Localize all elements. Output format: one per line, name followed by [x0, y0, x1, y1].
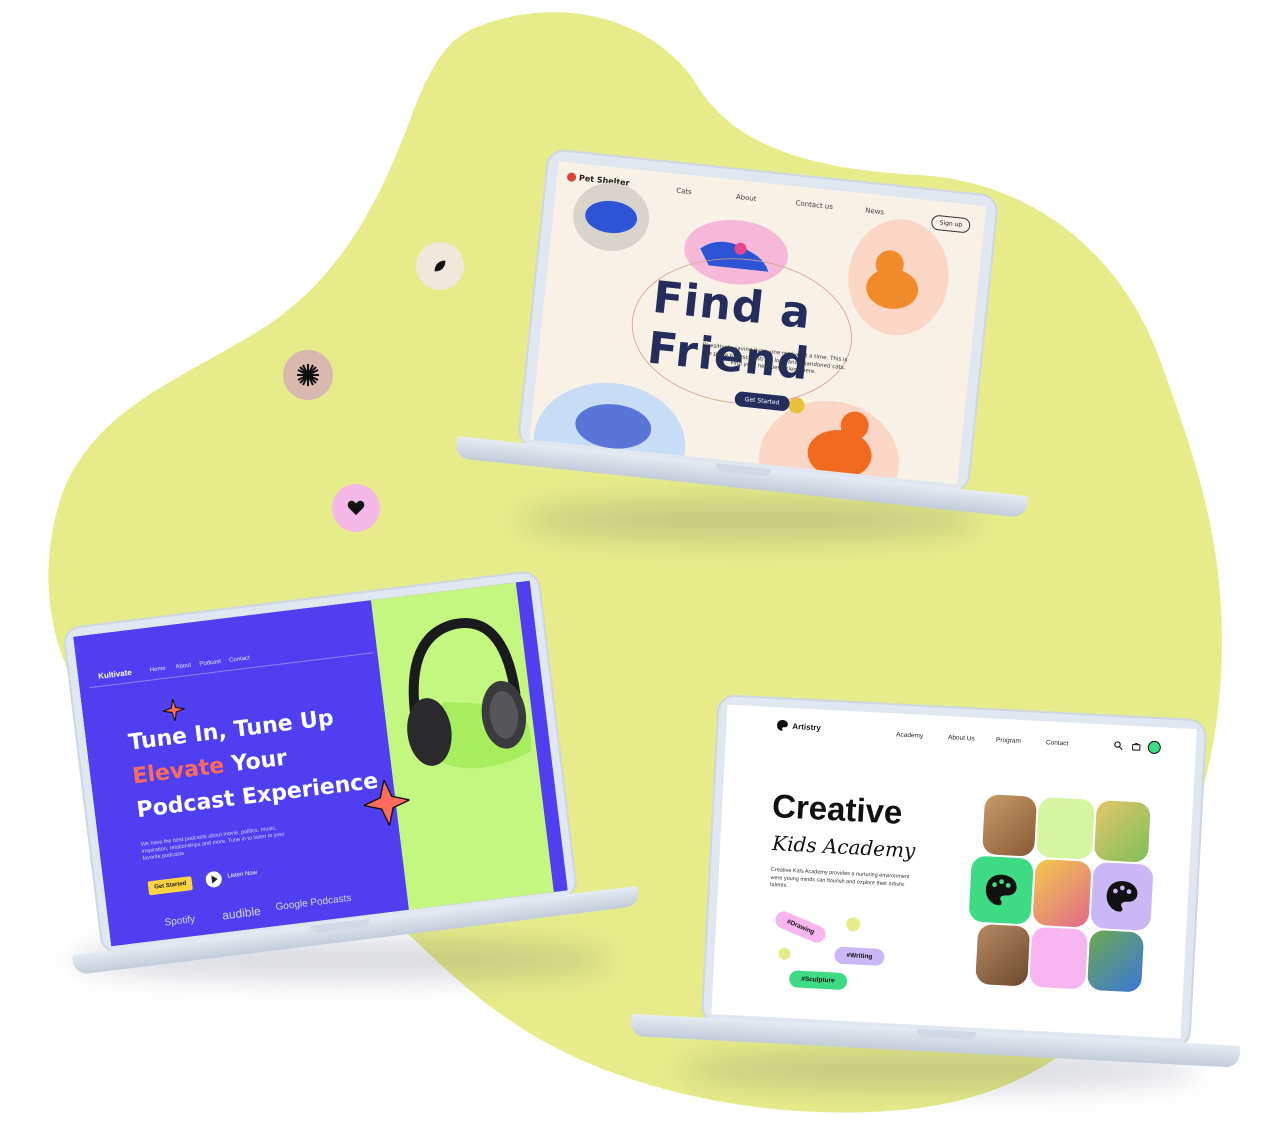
nav-about[interactable]: About: [175, 663, 191, 671]
artistry-subheadline: Kids Academy: [771, 831, 916, 863]
sparkle-bubble: [283, 350, 333, 400]
podcast-screen: Kultivate Home About Podcast Contact Tun…: [73, 580, 568, 947]
tile-lime: [1035, 796, 1095, 860]
listen-now-link[interactable]: Listen Now: [227, 870, 257, 880]
heart-bubble: [332, 484, 380, 532]
nav-podcast[interactable]: Podcast: [199, 659, 221, 668]
tag-sculpture[interactable]: #Sculpture: [788, 970, 848, 991]
play-icon[interactable]: [204, 870, 223, 889]
partner-audible: audible: [221, 903, 262, 923]
podcast-headline-highlight: Elevate: [131, 753, 226, 790]
star-icon: [162, 698, 185, 722]
artistry-screen: Artistry Academy About Us Program Contac…: [711, 704, 1197, 1039]
tile-pink: [1029, 926, 1089, 990]
sparkle-icon: [297, 364, 319, 386]
heart-icon: [347, 500, 365, 516]
tile-lilac-palette: [1090, 861, 1154, 931]
tag-writing[interactable]: #Writing: [834, 946, 885, 967]
nav-contact[interactable]: Contact: [1046, 739, 1069, 747]
artistry-description: Creative Kids Academy provides a nurturi…: [769, 867, 910, 889]
palette-icon: [777, 720, 788, 731]
nav-about-us[interactable]: About Us: [948, 734, 975, 742]
palette-icon: [985, 874, 1017, 906]
search-icon[interactable]: [1114, 741, 1123, 751]
bag-icon[interactable]: [1132, 742, 1141, 751]
podcast-headline-1: Tune In, Tune Up: [127, 705, 335, 756]
partner-spotify: Spotify: [164, 913, 196, 929]
dot-badge: [845, 917, 861, 932]
avatar[interactable]: [1147, 740, 1162, 755]
podcast-brand[interactable]: Kultivate: [98, 668, 133, 681]
palette-icon: [1106, 881, 1138, 912]
dot-badge-2: [778, 947, 791, 961]
nav-contact[interactable]: Contact: [229, 655, 250, 663]
leaf-icon: [434, 260, 446, 272]
partner-google-podcasts: Google Podcasts: [274, 892, 352, 914]
nav-program[interactable]: Program: [996, 737, 1021, 745]
photo-tile-1: [981, 794, 1038, 857]
nav-academy[interactable]: Academy: [896, 731, 923, 739]
photo-tile-5: [1087, 929, 1145, 993]
tile-green-palette: [968, 855, 1034, 925]
pet-shelter-screen: Pet Shelter Cats About Contact us News S…: [529, 161, 987, 485]
tag-drawing[interactable]: #Drawing: [772, 908, 829, 946]
photo-tile-2: [1093, 799, 1151, 863]
artistry-headline: Creative: [771, 787, 904, 831]
photo-tile-4: [975, 923, 1031, 987]
leaf-bubble: [416, 242, 464, 290]
podcast-description: We have the best podcasts about movie, p…: [140, 825, 285, 862]
podcast-get-started-button[interactable]: Get Started: [147, 876, 194, 896]
photo-tile-3: [1032, 858, 1092, 928]
artistry-brand[interactable]: Artistry: [776, 719, 821, 733]
nav-home[interactable]: Home: [149, 666, 166, 674]
